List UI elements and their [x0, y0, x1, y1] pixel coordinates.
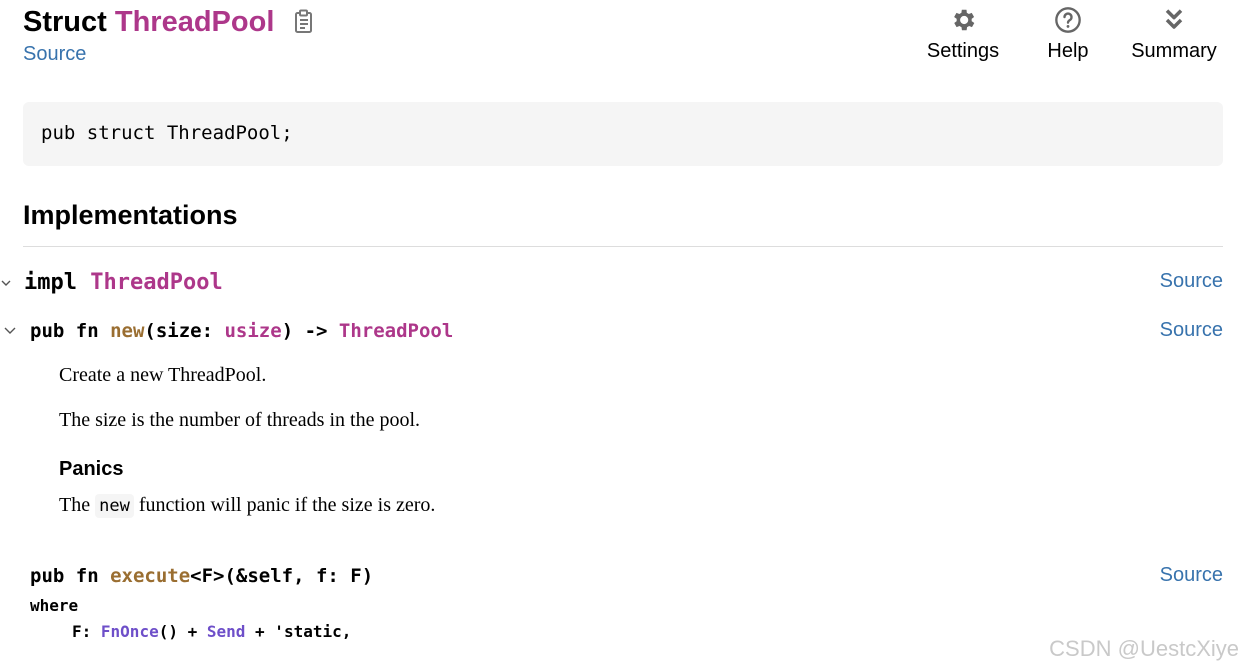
trait-link[interactable]: Send	[207, 622, 246, 641]
page-title: Struct ThreadPool	[23, 4, 274, 40]
sig-arrow: ) ->	[281, 320, 339, 342]
panics-heading: Panics	[59, 458, 124, 480]
sig-params: (size:	[144, 320, 225, 342]
bound-lifetime: + 'static,	[245, 622, 352, 641]
panics-text-post: function will panic if the size is zero.	[133, 494, 436, 516]
doc-line: Create a new ThreadPool.	[59, 364, 267, 386]
method-name[interactable]: execute	[110, 565, 190, 587]
param-type[interactable]: usize	[224, 320, 281, 342]
where-bound: F: FnOnce() + Send + 'static,	[72, 622, 351, 641]
method-execute-signature: pub fn execute<F>(&self, f: F)	[30, 565, 373, 587]
doc-line: The size is the number of threads in the…	[59, 409, 421, 431]
bound-plus: () +	[158, 622, 207, 641]
clipboard-icon[interactable]	[292, 9, 316, 35]
panics-text: The new function will panic if the size …	[59, 494, 436, 518]
implementations-heading: Implementations	[23, 200, 238, 230]
item-kind: Struct	[23, 6, 107, 38]
chevron-down-icon[interactable]	[0, 277, 12, 289]
return-type[interactable]: ThreadPool	[339, 320, 453, 342]
sig-keywords: pub fn	[30, 320, 111, 342]
method-name[interactable]: new	[110, 320, 144, 342]
sig-keywords: pub fn	[30, 565, 111, 587]
declaration-code: pub struct ThreadPool;	[41, 122, 293, 144]
sig-params: <F>(&self, f: F)	[190, 565, 374, 587]
watermark: CSDN @UestcXiye	[1049, 636, 1239, 661]
trait-link[interactable]: FnOnce	[101, 622, 159, 641]
source-link[interactable]: Source	[23, 43, 86, 66]
double-chevron-down-icon	[1126, 6, 1222, 34]
item-name: ThreadPool	[114, 6, 275, 38]
gear-icon	[922, 6, 1004, 34]
settings-label: Settings	[926, 40, 1000, 62]
heading-divider	[23, 246, 1223, 247]
impl-type: ThreadPool	[90, 270, 223, 295]
question-circle-icon	[1040, 6, 1096, 34]
summary-label: Summary	[1131, 40, 1217, 62]
bound-param: F:	[72, 622, 101, 641]
method-new-source-link[interactable]: Source	[1160, 319, 1223, 342]
impl-block-header: impl ThreadPool	[24, 270, 223, 295]
help-label: Help	[1047, 40, 1089, 62]
method-execute-source-link[interactable]: Source	[1160, 564, 1223, 587]
where-keyword: where	[30, 596, 79, 615]
help-button[interactable]: Help	[1040, 6, 1096, 63]
method-new-signature: pub fn new(size: usize) -> ThreadPool	[30, 320, 453, 342]
inline-code: new	[95, 494, 134, 518]
chevron-down-icon[interactable]	[3, 325, 17, 337]
settings-button[interactable]: Settings	[922, 6, 1004, 63]
impl-source-link[interactable]: Source	[1160, 270, 1223, 293]
summary-button[interactable]: Summary	[1126, 6, 1222, 63]
panics-text-pre: The	[59, 494, 96, 516]
impl-keyword: impl	[24, 270, 77, 295]
